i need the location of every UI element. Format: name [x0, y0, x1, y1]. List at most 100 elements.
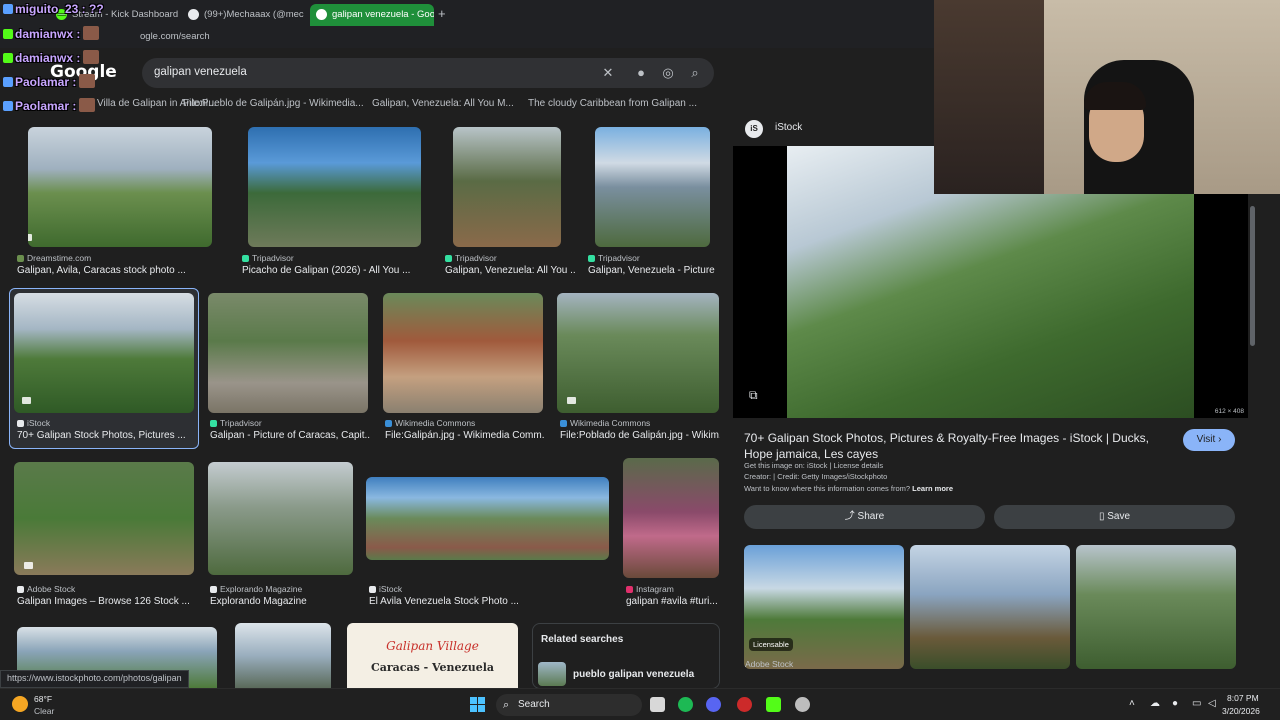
taskbar-search[interactable]: ⌕ Search: [496, 694, 642, 716]
file-explorer-icon[interactable]: [650, 697, 665, 712]
result-source[interactable]: Wikimedia Commons: [385, 418, 475, 428]
save-button[interactable]: ▯ Save: [994, 505, 1235, 529]
chat-emote: [79, 98, 96, 112]
related-thumbnail[interactable]: [538, 662, 566, 686]
clock-date[interactable]: 3/20/2026: [1222, 706, 1260, 716]
weather-icon[interactable]: [12, 696, 28, 712]
clock-time[interactable]: 8:07 PM: [1227, 693, 1259, 703]
kick-icon[interactable]: [766, 697, 781, 712]
share-button[interactable]: ⤴ Share: [744, 505, 985, 529]
new-tab-button[interactable]: +: [438, 6, 446, 22]
result-caption[interactable]: Picacho de Galipan (2026) - All You ...: [242, 265, 432, 276]
chat-badge-icon: [3, 4, 13, 14]
result-caption[interactable]: 70+ Galipan Stock Photos, Pictures ...: [17, 430, 195, 441]
result-source[interactable]: Tripadvisor: [210, 418, 262, 428]
chevron-up-icon[interactable]: ˄: [1129, 698, 1135, 709]
microphone-icon[interactable]: ●: [1172, 698, 1178, 709]
result-image[interactable]: Galipan Village Caracas - Venezuela: [347, 623, 518, 688]
chip[interactable]: The cloudy Caribbean from Galipan ...: [528, 98, 697, 109]
related-image[interactable]: [1076, 545, 1236, 669]
result-source[interactable]: Tripadvisor: [588, 253, 640, 263]
result-caption[interactable]: Galipan, Venezuela - Picture ...: [588, 265, 718, 276]
panel-source[interactable]: iStock: [775, 122, 802, 133]
search-box[interactable]: galipan venezuela ✕ ● ◎ ⌕: [142, 58, 714, 88]
source-icon: [17, 255, 24, 262]
clear-icon[interactable]: ✕: [599, 64, 617, 82]
volume-icon[interactable]: ◁: [1208, 698, 1216, 709]
settings-icon[interactable]: [795, 697, 810, 712]
result-source[interactable]: iStock: [17, 418, 50, 428]
scrollbar-thumb[interactable]: [1250, 206, 1255, 346]
weather-temperature[interactable]: 68°F: [34, 694, 52, 704]
windows-start-icon[interactable]: [470, 697, 485, 712]
result-source[interactable]: Instagram: [626, 584, 674, 594]
related-image[interactable]: [910, 545, 1070, 669]
discord-icon[interactable]: [706, 697, 721, 712]
banner-title: Galipan Village: [386, 639, 479, 653]
tab-google-search[interactable]: galipan venezuela - Goog: [310, 4, 434, 26]
result-caption[interactable]: File:Galipán.jpg - Wikimedia Comm...: [385, 430, 545, 441]
chat-emote: [83, 26, 100, 40]
result-caption[interactable]: Explorando Magazine: [210, 596, 360, 607]
result-image[interactable]: [595, 127, 710, 247]
image-preview-panel: iS iStock 612 × 408 ⧉ 70+ Galipan Stock …: [733, 114, 1248, 674]
tab-label: (99+)Mechaaax (@mecha: [204, 9, 304, 20]
get-image-on[interactable]: Get this image on: iStock | License deta…: [744, 461, 883, 470]
result-image[interactable]: [28, 127, 212, 247]
microphone-icon[interactable]: ●: [632, 64, 650, 82]
lens-icon[interactable]: ◎: [659, 64, 677, 82]
related-source[interactable]: Adobe Stock: [745, 659, 793, 669]
creator-credit: Creator: | Credit: Getty Images/iStockph…: [744, 472, 888, 481]
chat-badge-icon: [3, 29, 13, 39]
result-caption[interactable]: Galipan Images – Browse 126 Stock ...: [17, 596, 197, 607]
result-image[interactable]: [14, 462, 194, 575]
result-source[interactable]: iStock: [369, 584, 402, 594]
tab-mechaaax[interactable]: (99+)Mechaaax (@mecha: [182, 4, 304, 26]
network-icon[interactable]: ▭: [1192, 698, 1201, 709]
weather-condition[interactable]: Clear: [34, 706, 54, 716]
video-icon: [22, 397, 31, 404]
visit-button[interactable]: Visit ›: [1183, 429, 1235, 451]
search-input[interactable]: galipan venezuela: [154, 66, 247, 78]
preview-title[interactable]: 70+ Galipan Stock Photos, Pictures & Roy…: [744, 430, 1164, 462]
result-caption[interactable]: Galipan, Venezuela: All You ...: [445, 265, 575, 276]
webcam-shelf: [934, 0, 1054, 194]
result-caption[interactable]: galipan #avila #turi...: [626, 596, 721, 607]
lens-icon[interactable]: ⧉: [749, 388, 758, 403]
result-source[interactable]: Tripadvisor: [242, 253, 294, 263]
chat-emote: [83, 50, 100, 64]
search-icon[interactable]: ⌕: [686, 64, 704, 82]
result-image[interactable]: [453, 127, 561, 247]
result-image[interactable]: [623, 458, 719, 578]
result-source[interactable]: Tripadvisor: [445, 253, 497, 263]
result-image[interactable]: [366, 477, 609, 560]
result-caption[interactable]: Galipan, Avila, Caracas stock photo ...: [17, 265, 207, 276]
istock-icon: [17, 420, 24, 427]
search-icon: ⌕: [503, 699, 510, 711]
result-caption[interactable]: El Avila Venezuela Stock Photo ...: [369, 596, 519, 607]
url-text[interactable]: ogle.com/search: [140, 31, 210, 42]
image-dimensions: 612 × 408: [1214, 408, 1244, 415]
opera-icon[interactable]: [737, 697, 752, 712]
related-search-item[interactable]: pueblo galipan venezuela: [573, 669, 694, 680]
result-image[interactable]: [208, 462, 353, 575]
result-image[interactable]: [383, 293, 543, 413]
learn-more-link[interactable]: Learn more: [912, 484, 953, 493]
result-source[interactable]: Adobe Stock: [17, 584, 75, 594]
result-source[interactable]: Dreamstime.com: [17, 253, 91, 263]
result-caption[interactable]: Galipan - Picture of Caracas, Capit...: [210, 430, 370, 441]
scrollbar[interactable]: [1248, 196, 1258, 676]
result-image[interactable]: [235, 623, 331, 688]
result-source[interactable]: Explorando Magazine: [210, 584, 302, 594]
result-image[interactable]: [248, 127, 421, 247]
result-image[interactable]: [557, 293, 719, 413]
result-image[interactable]: [208, 293, 368, 413]
cloud-icon[interactable]: ☁: [1150, 698, 1160, 709]
chip[interactable]: File:Pueblo de Galipán.jpg - Wikimedia..…: [183, 98, 364, 109]
result-caption[interactable]: File:Poblado de Galipán.jpg - Wikim...: [560, 430, 720, 441]
result-image-selected[interactable]: [14, 293, 194, 413]
banner-subtitle: Caracas - Venezuela: [370, 661, 495, 674]
result-source[interactable]: Wikimedia Commons: [560, 418, 650, 428]
chip[interactable]: Galipan, Venezuela: All You M...: [372, 98, 514, 109]
spotify-icon[interactable]: [678, 697, 693, 712]
